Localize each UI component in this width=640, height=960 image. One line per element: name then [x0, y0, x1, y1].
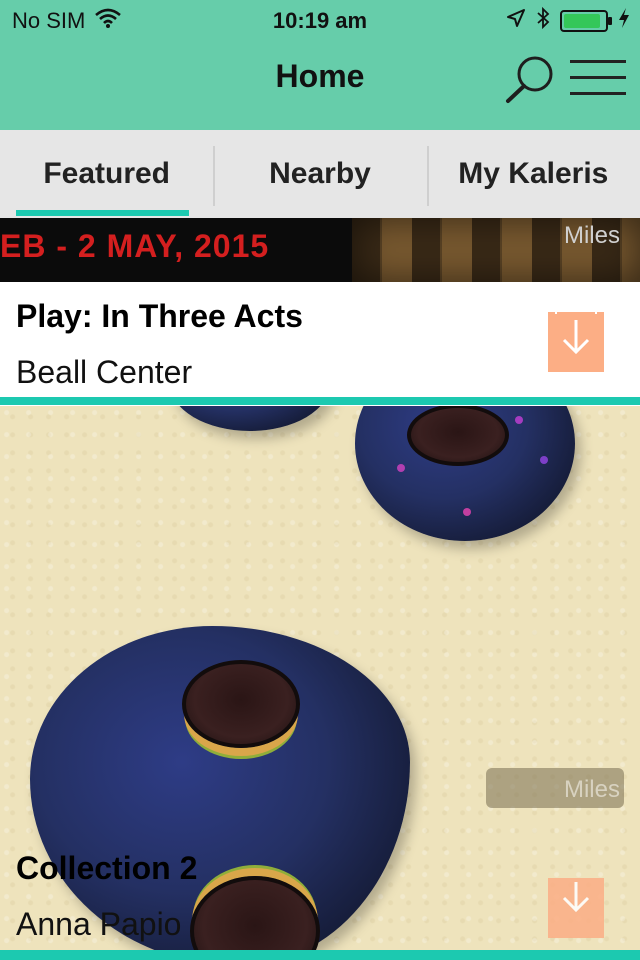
artwork-plate-large: [30, 626, 410, 950]
card-separator: [0, 950, 640, 960]
download-icon: [562, 882, 590, 913]
battery-fill: [564, 14, 600, 28]
download-button[interactable]: [548, 312, 604, 372]
tab-my-kaleris[interactable]: My Kaleris: [426, 130, 640, 218]
collection-card[interactable]: Miles Collection 2 Anna Papio: [0, 406, 640, 950]
artwork-pod: [182, 660, 300, 748]
location-arrow-icon: [506, 8, 526, 34]
menu-line: [570, 76, 626, 79]
distance-label: Miles: [486, 768, 624, 808]
app-header: No SIM 10:19 am Home: [0, 0, 640, 130]
status-bar: No SIM 10:19 am: [0, 0, 640, 40]
card-subtitle: Anna Papio: [16, 906, 182, 942]
card-subtitle: Beall Center: [16, 354, 193, 390]
menu-line: [570, 60, 626, 63]
download-button[interactable]: [548, 878, 604, 938]
bluetooth-icon: [536, 6, 550, 36]
status-bar-right: [506, 6, 630, 36]
event-banner-image[interactable]: EB - 2 MAY, 2015 Miles: [0, 218, 640, 282]
tab-featured[interactable]: Featured: [0, 130, 213, 218]
battery-icon: [560, 10, 612, 32]
distance-label: Miles: [563, 222, 620, 249]
card-separator: [0, 397, 640, 405]
menu-line: [570, 92, 626, 95]
artwork-dot: [463, 508, 471, 516]
artwork-dot: [540, 456, 548, 464]
tab-nearby[interactable]: Nearby: [213, 130, 426, 218]
artwork-pod: [190, 876, 320, 950]
artwork-dot: [515, 416, 523, 424]
hamburger-menu-icon[interactable]: [570, 58, 626, 98]
search-icon[interactable]: [504, 54, 556, 104]
event-card[interactable]: Play: In Three Acts Beall Center: [0, 282, 640, 398]
artwork-plate: [355, 406, 575, 541]
artwork-pod: [407, 406, 509, 466]
card-title: Collection 2: [16, 850, 198, 886]
charging-bolt-icon: [618, 7, 630, 35]
card-title: Play: In Three Acts: [16, 298, 303, 334]
segmented-tab-bar: Featured Nearby My Kaleris: [0, 130, 640, 218]
banner-date-text: EB - 2 MAY, 2015: [0, 228, 270, 264]
artwork-dot: [397, 464, 405, 472]
artwork-plate: [170, 406, 330, 431]
download-icon: [555, 312, 597, 355]
